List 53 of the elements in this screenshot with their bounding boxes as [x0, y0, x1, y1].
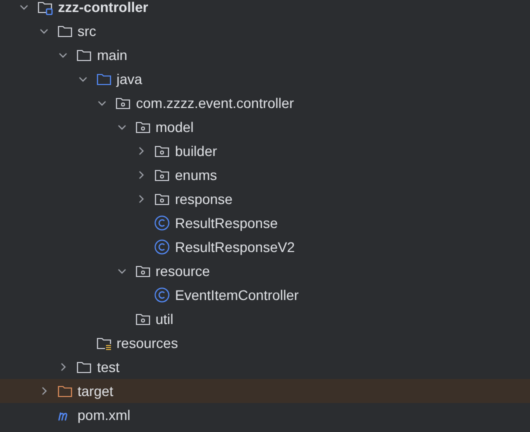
tree-row[interactable]: main: [0, 43, 530, 67]
node-label: builder: [175, 142, 218, 160]
tree-row[interactable]: util: [0, 307, 530, 331]
tree-row[interactable]: target: [0, 379, 530, 403]
tree-row[interactable]: ResultResponse: [0, 211, 530, 235]
class-icon: [154, 239, 170, 255]
folder-icon: [76, 359, 92, 375]
node-label: src: [78, 22, 96, 40]
node-label: EventItemController: [175, 286, 299, 304]
tree-row[interactable]: zzz-controller: [0, 0, 530, 19]
node-label: target: [78, 382, 114, 401]
tree-row[interactable]: resource: [0, 259, 530, 283]
package-icon: [154, 167, 170, 183]
tree-row[interactable]: com.zzzz.event.controller: [0, 91, 530, 115]
package-icon: [115, 95, 131, 111]
package-icon: [134, 119, 150, 135]
folder-icon: [56, 383, 72, 399]
tree-row[interactable]: enums: [0, 163, 530, 187]
tree-row[interactable]: response: [0, 187, 530, 211]
source-folder-icon: [96, 71, 112, 87]
class-icon: [154, 215, 170, 231]
folder-icon: [76, 47, 92, 63]
node-label: zzz-controller: [58, 0, 148, 16]
tree-row[interactable]: builder: [0, 139, 530, 163]
package-icon: [134, 311, 150, 327]
node-label: pom.xml: [78, 406, 130, 425]
tree-row[interactable]: test: [0, 355, 530, 379]
tree-row[interactable]: src: [0, 19, 530, 43]
node-label: java: [116, 70, 142, 89]
node-label: resources: [116, 334, 178, 352]
class-icon: [154, 287, 170, 303]
package-icon: [154, 143, 170, 159]
module-folder-icon: [37, 0, 53, 15]
tree-row[interactable]: resources: [0, 331, 530, 355]
tree-row[interactable]: java: [0, 67, 530, 91]
node-label: response: [175, 190, 233, 209]
node-label: model: [156, 118, 194, 136]
node-label: resource: [156, 262, 210, 280]
resources-folder-icon: [96, 335, 112, 351]
tree-row[interactable]: EventItemController: [0, 283, 530, 307]
folder-icon: [56, 23, 72, 39]
node-label: util: [156, 310, 174, 328]
node-label: ResultResponseV2: [175, 238, 295, 257]
node-label: enums: [175, 166, 218, 184]
tree-row[interactable]: ResultResponseV2: [0, 235, 530, 259]
node-label: test: [97, 358, 120, 376]
node-label: main: [97, 46, 128, 64]
tree-row[interactable]: pom.xml: [0, 403, 530, 427]
package-icon: [154, 191, 170, 207]
node-label: com.zzzz.event.controller: [136, 94, 294, 112]
node-label: ResultResponse: [175, 214, 278, 233]
tree-row[interactable]: model: [0, 115, 530, 139]
package-icon: [134, 263, 150, 279]
